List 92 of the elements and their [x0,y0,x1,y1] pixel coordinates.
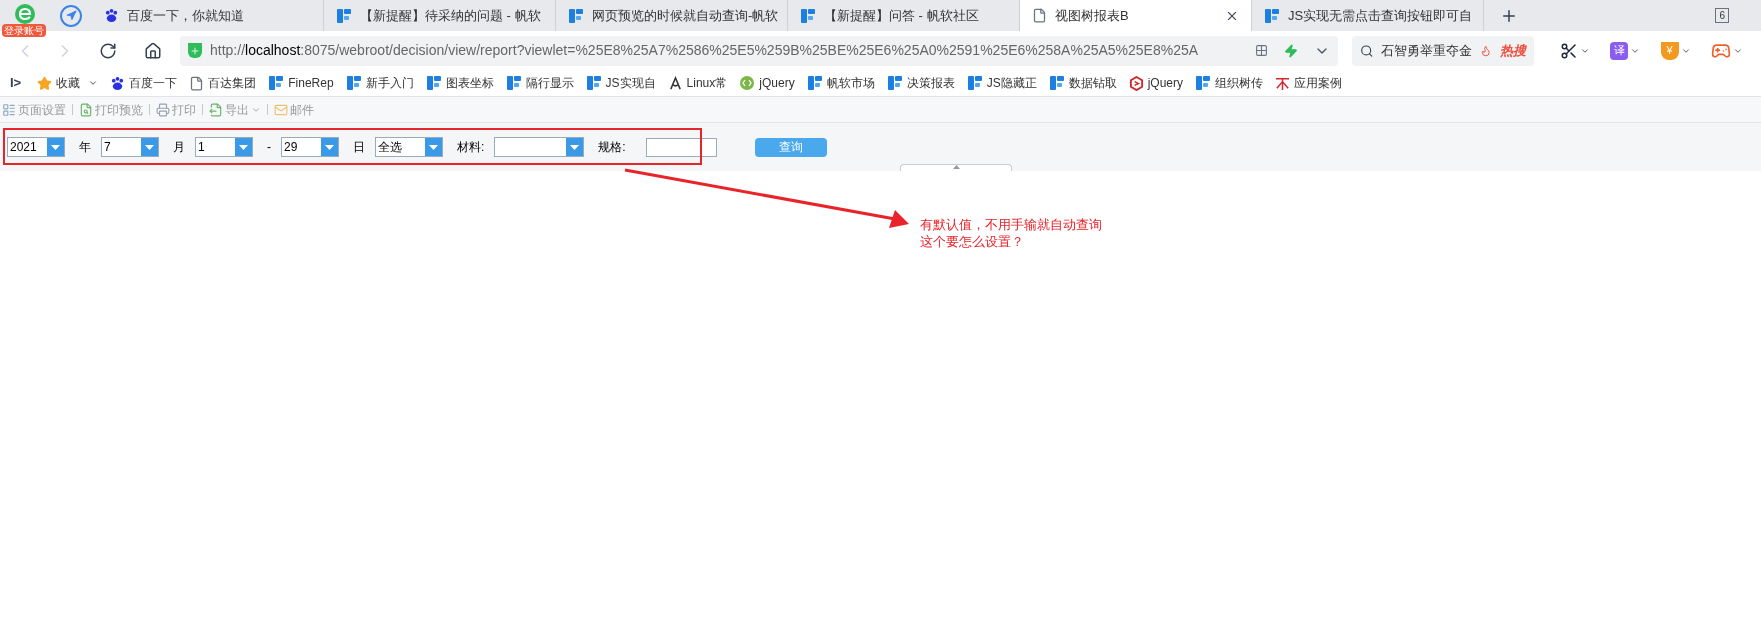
bookmark-item[interactable]: 新手入门 [345,74,414,92]
browser-tab[interactable]: 视图树报表B [1020,0,1252,31]
address-field[interactable]: http://localhost:8075/webroot/decision/view/report?viewlet=%25E8%25A7%2586%25E5%259B%25BE%25E6%25A0%2591%25E6%258A%25A5%25E8%25A [180,35,1338,66]
dropdown-arrow-icon [51,144,60,150]
f-logo-icon [345,75,362,91]
f-logo-icon [336,7,352,24]
page-icon [189,75,205,91]
f-logo-icon [800,7,816,24]
dropdown-arrow-icon [570,144,580,150]
cube-icon [1128,75,1144,91]
tree-icon [1275,75,1290,91]
field-label: 材料: [456,139,486,156]
tab-title: 【新提醒】待采纳的问题 - 帆软 [360,6,542,25]
f-logo-icon [568,7,584,24]
f-logo-icon [505,75,522,91]
page-icon [1032,8,1047,23]
mail-icon [274,102,288,117]
bookmark-item[interactable]: 百度一下 [110,74,178,92]
tab-title: 视图树报表B [1055,6,1130,25]
f-logo-icon [1264,7,1280,24]
paw-icon [104,8,119,23]
url-text: http://localhost:8075/webroot/decision/view/report?viewlet=%25E8%25A7%2586%25E5%259B%25BE%25E6%25A0%2591%25E6%258A%25A5%25E8%25A [210,41,1200,60]
field-label: 月 [172,139,186,156]
dropdown-arrow-icon [239,144,248,150]
tab-title: 【新提醒】问答 - 帆软社区 [824,6,980,25]
bookmark-item[interactable]: 图表坐标 [425,74,494,92]
combo-field[interactable]: 2021 [7,137,65,157]
print-icon [156,102,170,117]
qr-icon[interactable] [1255,44,1268,57]
sidebar-toggle[interactable]: I> [10,73,26,93]
field-label: 日 [352,139,366,156]
text-field[interactable] [645,137,717,157]
scissors-icon [1560,41,1579,60]
code-icon [739,75,756,91]
bookmark-item[interactable]: 组织树传 [1195,74,1263,92]
bookmark-item[interactable]: Linux常 [667,74,728,92]
lightning-icon[interactable] [1284,43,1298,58]
search-icon [1360,43,1374,58]
bookmark-item[interactable]: 应用案例 [1275,74,1342,92]
combo-field[interactable]: 全选 [375,137,443,157]
bookmark-item[interactable]: 数据钻取 [1048,74,1117,92]
tab-title: JS实现无需点击查询按钮即可自 [1288,6,1473,25]
home-icon[interactable] [143,41,162,60]
navigation-icon[interactable] [60,4,82,27]
bookmark-item[interactable]: 百达集团 [189,74,257,92]
bookmark-item[interactable]: 帆软市场 [806,74,875,92]
search-field[interactable]: 石智勇举重夺金 热搜 [1352,35,1534,66]
dropdown-arrow-icon [325,144,334,150]
f-logo-icon [1195,75,1211,91]
bookmark-item[interactable]: jQuery [1128,74,1183,92]
tab-title: 百度一下，你就知道 [127,6,245,25]
bookmark-item[interactable]: 隔行显示 [505,74,574,92]
bookmark-item[interactable]: JS隐藏正 [966,74,1037,92]
export-icon [209,102,223,117]
shield-icon [188,43,202,58]
tab-title: 网页预览的时候就自动查询-帆软 [592,6,779,25]
search-text: 石智勇举重夺金 [1381,41,1473,60]
bookmark-item[interactable]: FineRep [268,74,334,92]
bookmark-item[interactable]: 收藏 [37,74,99,92]
field-label: 规格: [597,139,627,156]
f-logo-icon [1048,75,1065,91]
bookmark-item[interactable]: JS实现自 [585,74,656,92]
preview-icon [79,102,93,117]
field-label: 年 [78,139,92,156]
reload-icon[interactable] [98,41,117,60]
f-logo-icon [886,75,903,91]
combo-field[interactable] [494,137,585,157]
collapse-handle[interactable] [900,164,1012,171]
star-icon [37,75,53,91]
f-logo-icon [806,75,823,91]
tab-count[interactable]: 6 [1715,8,1729,23]
f-logo-icon [585,75,602,91]
caret-icon[interactable] [88,78,99,88]
bookmark-item[interactable]: jQuery [739,74,795,92]
annotation-text: 有默认值，不用手输就自动查询 这个要怎么设置？ [920,216,1102,250]
coin-badge: ¥ [1660,41,1679,60]
combo-field[interactable]: 29 [281,137,339,157]
translate-badge: 译 [1610,41,1629,60]
flame-icon [1480,44,1492,57]
combo-field[interactable]: 1 [195,137,253,157]
e-logo-icon[interactable] [14,3,36,25]
paw-icon [110,75,126,91]
combo-field[interactable]: 7 [101,137,159,157]
dropdown-arrow-icon [145,144,154,150]
layout-icon [2,102,16,117]
bookmark-item[interactable]: 决策报表 [886,74,955,92]
field-label: - [266,139,272,156]
f-logo-icon [425,75,442,91]
dropdown-arrow-icon [429,144,438,150]
f-logo-icon [268,75,285,91]
up-arrow-icon [952,165,960,169]
f-logo-icon [966,75,983,91]
